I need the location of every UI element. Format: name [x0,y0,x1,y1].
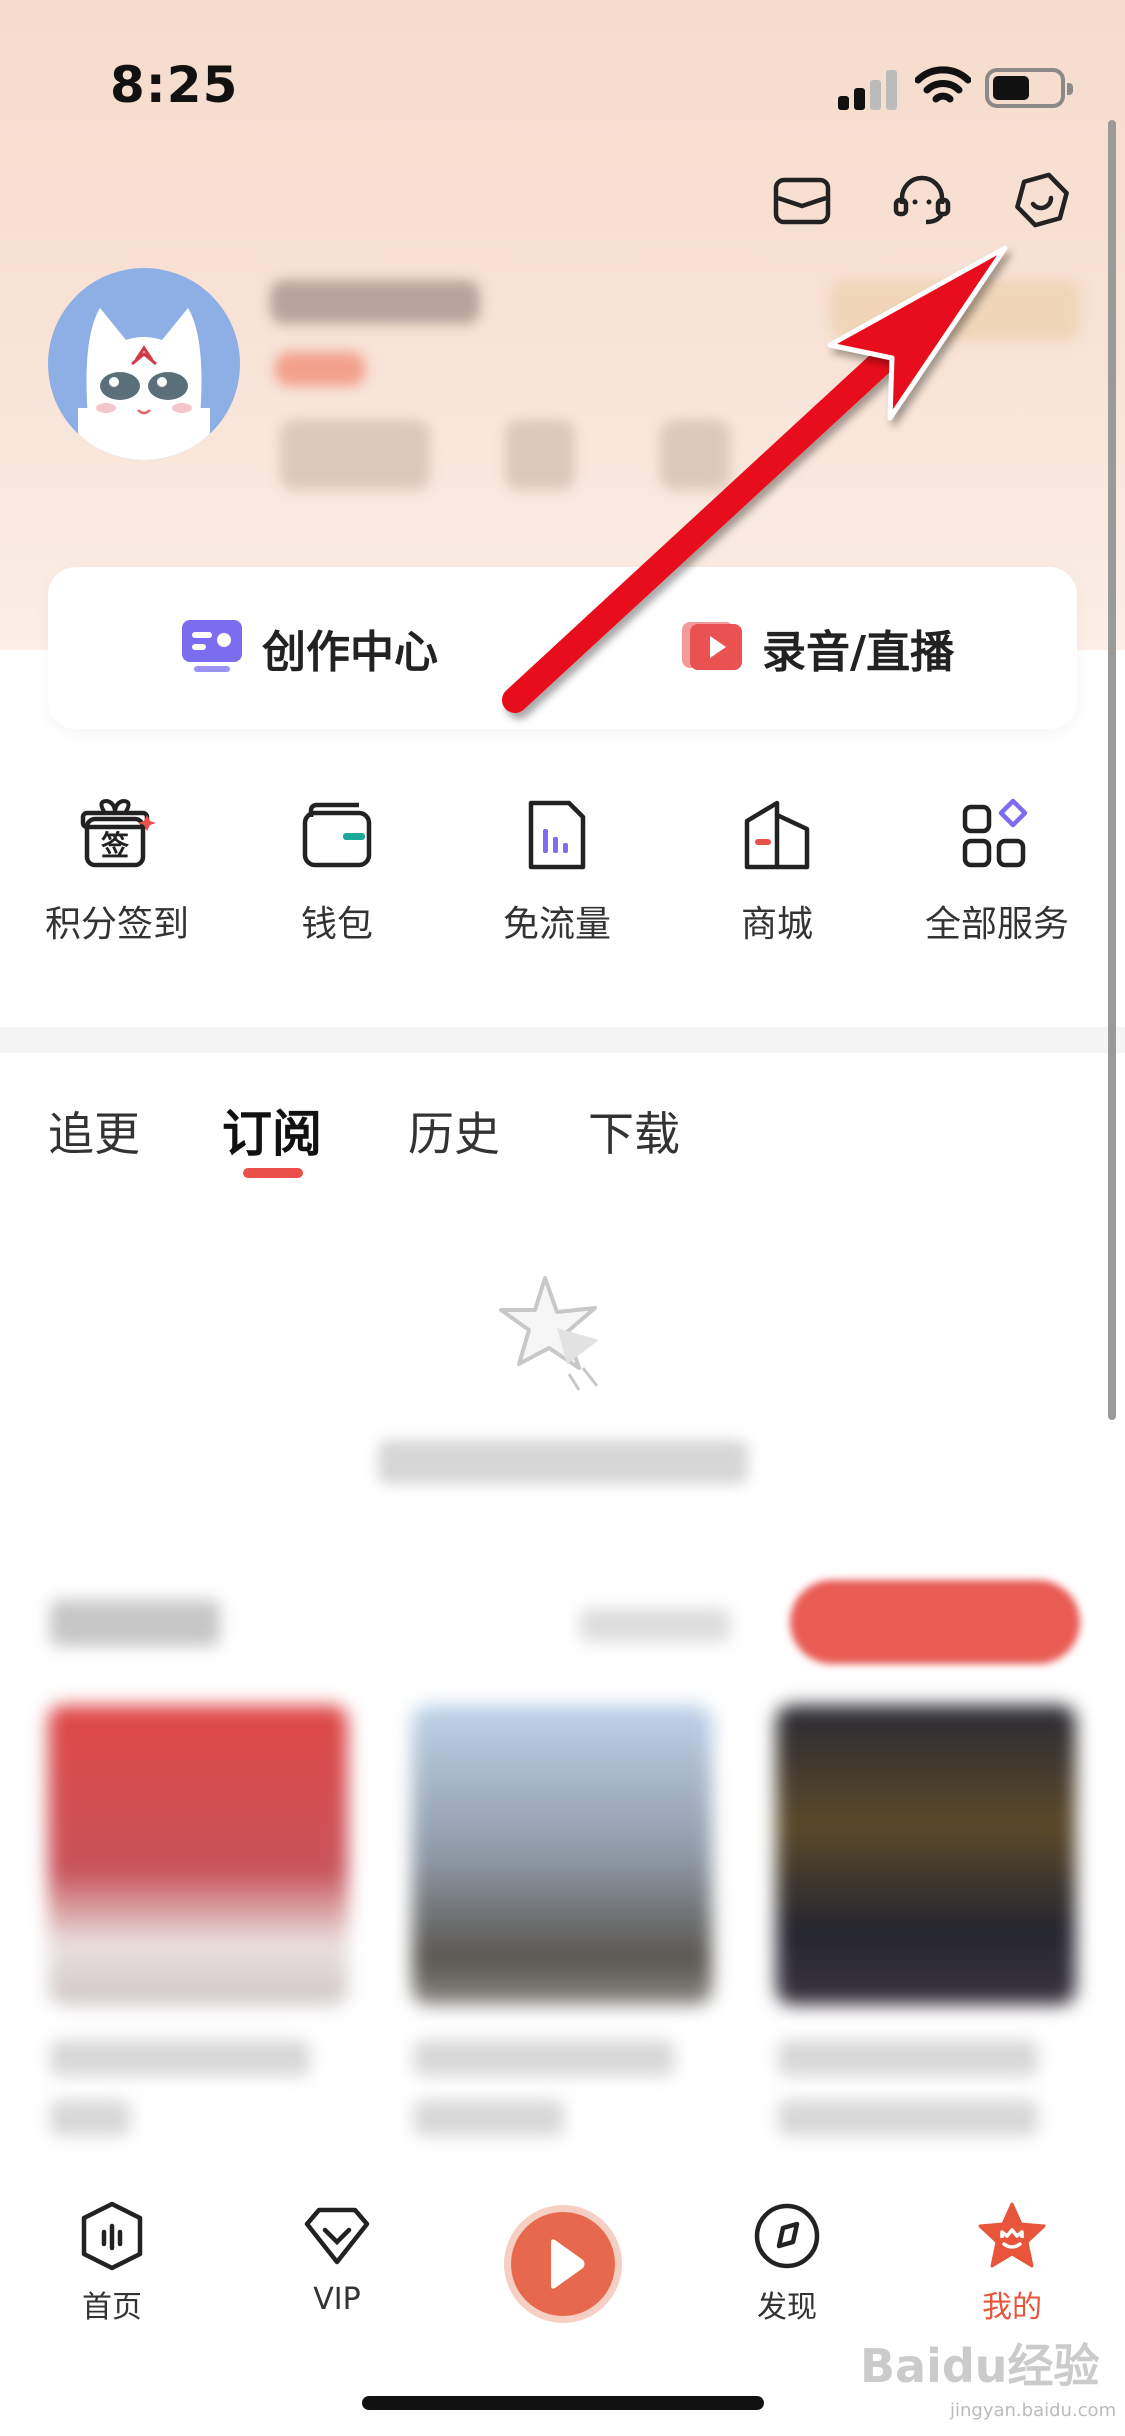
nav-discover[interactable]: 发现 [707,2200,867,2326]
recommend-card-blurred[interactable] [48,1705,348,2005]
recommend-text-blurred [50,2100,130,2136]
recommend-text-blurred [778,2100,1038,2136]
recommend-text-blurred [778,2040,1038,2076]
nav-label: 首页 [82,2290,142,2325]
tab-download[interactable]: 下载 [588,1098,680,1164]
creation-center-icon [180,616,244,680]
checkin-gift-icon: 签 [77,795,157,875]
profile-star-icon [976,2200,1048,2272]
service-label: 积分签到 [44,904,189,945]
record-live-icon [680,616,744,680]
record-live-button[interactable]: 录音/直播 [680,567,954,729]
username-blurred [270,280,480,324]
service-label: 商城 [740,904,813,945]
service-label: 免流量 [502,904,611,945]
nav-label: 我的 [982,2290,1042,2325]
customer-service-icon[interactable] [890,168,954,232]
svg-text:签: 签 [101,829,129,862]
service-shop[interactable]: 商城 [667,795,887,947]
watermark-logo: Baidu经验 [860,2339,1100,2393]
creation-center-button[interactable]: 创作中心 [180,567,438,729]
play-button[interactable] [504,2205,622,2323]
tab-history[interactable]: 历史 [408,1098,500,1164]
record-live-label: 录音/直播 [762,627,955,678]
all-services-icon [957,795,1037,875]
vip-icon [301,2200,373,2272]
recommend-action-blurred[interactable] [790,1580,1080,1664]
nav-label: 发现 [757,2290,817,2325]
shop-icon [737,795,817,875]
recommend-card-blurred[interactable] [412,1705,712,2005]
nav-home[interactable]: 首页 [32,2200,192,2326]
mail-icon[interactable] [770,168,834,232]
settings-icon[interactable] [1010,168,1074,232]
recommend-refresh-blurred [580,1608,730,1642]
tab-follow[interactable]: 追更 [48,1098,140,1164]
service-checkin[interactable]: 签 积分签到 [7,795,227,947]
data-free-icon [517,795,597,875]
service-wallet[interactable]: 钱包 [227,795,447,947]
level-badge-blurred [275,352,365,386]
cellular-signal-icon [838,70,900,110]
battery-icon [985,68,1073,108]
status-time: 8:25 [110,56,239,114]
home-indicator [362,2396,764,2410]
discover-icon [751,2200,823,2272]
wifi-icon [914,64,972,110]
creation-card: 创作中心 录音/直播 [48,567,1077,729]
vip-banner-blurred [830,280,1080,340]
stat-blurred [505,420,575,490]
recommend-title-blurred [50,1600,220,1646]
stat-blurred [280,420,430,490]
scrollbar[interactable] [1108,120,1116,1420]
avatar[interactable] [48,268,240,460]
nav-label: VIP [313,2282,361,2317]
section-divider [0,1027,1125,1053]
play-icon [551,2239,585,2289]
creation-center-label: 创作中心 [262,627,438,678]
recommend-text-blurred [414,2100,564,2136]
active-tab-indicator [243,1168,303,1178]
service-all[interactable]: 全部服务 [887,795,1107,947]
nav-profile[interactable]: 我的 [932,2200,1092,2326]
wallet-icon [297,795,377,875]
stat-blurred [660,420,730,490]
nav-vip[interactable]: VIP [257,2200,417,2317]
service-label: 全部服务 [924,904,1069,945]
home-icon [76,2200,148,2272]
recommend-card-blurred[interactable] [776,1705,1076,2005]
recommend-text-blurred [414,2040,674,2076]
empty-star-icon [495,1268,625,1408]
tab-subscribe[interactable]: 订阅 [222,1094,322,1166]
empty-message-blurred [378,1440,748,1484]
recommend-text-blurred [50,2040,310,2076]
watermark-url: jingyan.baidu.com [950,2400,1117,2421]
service-label: 钱包 [300,904,373,945]
service-data-free[interactable]: 免流量 [447,795,667,947]
